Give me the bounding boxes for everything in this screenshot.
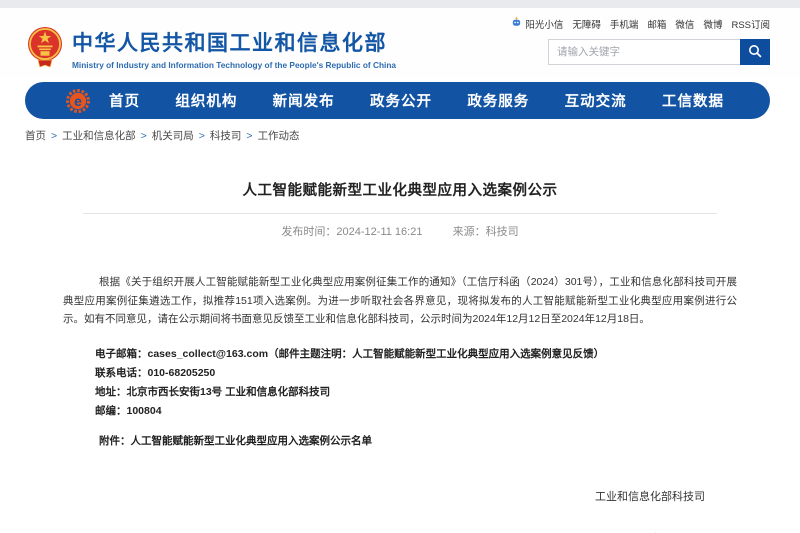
site-subtitle: Ministry of Industry and Information Tec… [72, 60, 396, 70]
breadcrumb-work-updates[interactable]: 工作动态 [258, 128, 300, 143]
article-source: 来源：科技司 [453, 226, 519, 238]
search-input[interactable] [548, 39, 740, 65]
site-brand[interactable]: 中华人民共和国工业和信息化部 Ministry of Industry and … [26, 18, 396, 78]
assistant-robot-icon [511, 17, 522, 31]
nav-item-gov-services[interactable]: 政务服务 [467, 90, 529, 111]
nav-item-organization[interactable]: 组织机构 [175, 90, 237, 111]
contact-block: 电子邮箱：cases_collect@163.com（邮件主题注明：人工智能赋能… [63, 345, 737, 421]
nav-item-home[interactable]: 首页 [109, 90, 140, 111]
title-divider [83, 213, 717, 214]
quick-link-mail[interactable]: 邮箱 [647, 17, 666, 31]
breadcrumb: 首页 > 工业和信息化部 > 机关司局 > 科技司 > 工作动态 [0, 119, 800, 143]
article: 人工智能赋能新型工业化典型应用入选案例公示 发布时间：2024-12-11 16… [0, 179, 800, 533]
breadcrumb-separator: > [246, 130, 252, 142]
assistant-label: 阳光小信 [525, 17, 563, 31]
attachment-line: 附件：人工智能赋能新型工业化典型应用入选案例公示名单 [63, 433, 737, 448]
breadcrumb-separator: > [51, 130, 57, 142]
search-icon [748, 44, 762, 61]
breadcrumb-departments[interactable]: 机关司局 [152, 128, 194, 143]
breadcrumb-separator: > [141, 130, 147, 142]
contact-email: 电子邮箱：cases_collect@163.com（邮件主题注明：人工智能赋能… [63, 345, 737, 364]
search-button[interactable] [740, 39, 770, 65]
top-strip [0, 0, 800, 8]
signature: 工业和信息化部科技司 [63, 488, 737, 504]
site-brand-text: 中华人民共和国工业和信息化部 Ministry of Industry and … [72, 27, 396, 70]
quick-link-rss[interactable]: RSS订阅 [731, 17, 770, 31]
nav-item-data[interactable]: 工信数据 [662, 90, 724, 111]
publish-time: 发布时间：2024-12-11 16:21 [281, 226, 422, 238]
quick-link-weibo[interactable]: 微博 [703, 17, 722, 31]
quick-links: 阳光小信 无障碍 手机端 邮箱 微信 微博 RSS订阅 [511, 17, 770, 31]
contact-address: 地址：北京市西长安街13号 工业和信息化部科技司 [63, 383, 737, 402]
search-bar [548, 39, 770, 65]
contact-phone: 联系电话：010-68205250 [63, 364, 737, 383]
nav-items: 首页 组织机构 新闻发布 政务公开 政务服务 互动交流 工信数据 [109, 90, 724, 111]
national-emblem-logo [26, 25, 64, 71]
nav-item-news[interactable]: 新闻发布 [273, 90, 335, 111]
breadcrumb-separator: > [199, 130, 205, 142]
nav-item-interaction[interactable]: 互动交流 [565, 90, 627, 111]
site-title: 中华人民共和国工业和信息化部 [72, 27, 396, 57]
attachment-link[interactable]: 人工智能赋能新型工业化典型应用入选案例公示名单 [131, 435, 373, 447]
nav-item-gov-disclosure[interactable]: 政务公开 [370, 90, 432, 111]
quick-link-mobile[interactable]: 手机端 [610, 17, 639, 31]
breadcrumb-tech-department[interactable]: 科技司 [210, 128, 242, 143]
breadcrumb-home[interactable]: 首页 [25, 128, 46, 143]
miit-logo-icon: e [65, 88, 91, 114]
assistant-link[interactable]: 阳光小信 [511, 17, 563, 31]
main-nav: e 首页 组织机构 新闻发布 政务公开 政务服务 互动交流 工信数据 [25, 82, 770, 119]
quick-link-accessibility[interactable]: 无障碍 [572, 17, 601, 31]
contact-zipcode: 邮编：100804 [63, 402, 737, 421]
article-title: 人工智能赋能新型工业化典型应用入选案例公示 [63, 179, 737, 200]
breadcrumb-miit[interactable]: 工业和信息化部 [62, 128, 136, 143]
publish-date: 2024年12月12日 [63, 530, 737, 533]
site-header: 中华人民共和国工业和信息化部 Ministry of Industry and … [0, 8, 800, 78]
page: 中华人民共和国工业和信息化部 Ministry of Industry and … [0, 0, 800, 533]
svg-text:e: e [74, 93, 82, 109]
article-paragraph: 根据《关于组织开展人工智能赋能新型工业化典型应用案例征集工作的通知》（工信厅科函… [63, 273, 737, 329]
header-right: 阳光小信 无障碍 手机端 邮箱 微信 微博 RSS订阅 [511, 17, 770, 78]
attachment-label: 附件： [99, 435, 131, 447]
article-meta: 发布时间：2024-12-11 16:21 来源：科技司 [63, 223, 737, 239]
quick-link-wechat[interactable]: 微信 [675, 17, 694, 31]
